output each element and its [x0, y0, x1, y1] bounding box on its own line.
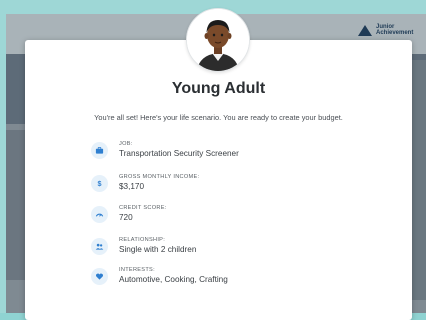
detail-label: JOB: [119, 141, 133, 147]
modal-title: Young Adult [171, 80, 266, 97]
detail-label: RELATIONSHIP: [119, 237, 166, 243]
dollar-icon: $ [91, 175, 108, 192]
detail-interests: INTERESTS: Automotive, Cooking, Crafting [91, 267, 228, 285]
young-adult-avatar-icon [187, 9, 249, 71]
people-icon [91, 238, 108, 255]
detail-value: Automotive, Cooking, Crafting [119, 275, 228, 284]
logo-text-line2: Achievement [376, 30, 414, 36]
detail-job: JOB: Transportation Security Screener [91, 141, 239, 159]
junior-achievement-logo: Junior Achievement [358, 24, 413, 36]
detail-value: Transportation Security Screener [119, 149, 239, 158]
background-right-panel [412, 60, 426, 300]
detail-credit-score: CREDIT SCORE: 720 [91, 205, 167, 223]
detail-label: GROSS MONTHLY INCOME: [119, 174, 200, 180]
heart-icon [91, 268, 108, 285]
detail-value: Single with 2 children [119, 245, 197, 254]
detail-label: INTERESTS: [119, 267, 155, 273]
detail-relationship: RELATIONSHIP: Single with 2 children [91, 237, 196, 255]
modal-subtitle: You're all set! Here's your life scenari… [94, 113, 343, 122]
logo-mark-icon [358, 24, 372, 36]
detail-income: $ GROSS MONTHLY INCOME: $3,170 [91, 174, 199, 192]
briefcase-icon [91, 142, 108, 159]
avatar [186, 8, 250, 72]
detail-value: 720 [119, 213, 133, 222]
background-left-panel [6, 130, 26, 280]
detail-label: CREDIT SCORE: [119, 205, 167, 211]
gauge-icon [91, 206, 108, 223]
svg-text:$: $ [98, 179, 102, 188]
detail-value: $3,170 [119, 182, 145, 191]
